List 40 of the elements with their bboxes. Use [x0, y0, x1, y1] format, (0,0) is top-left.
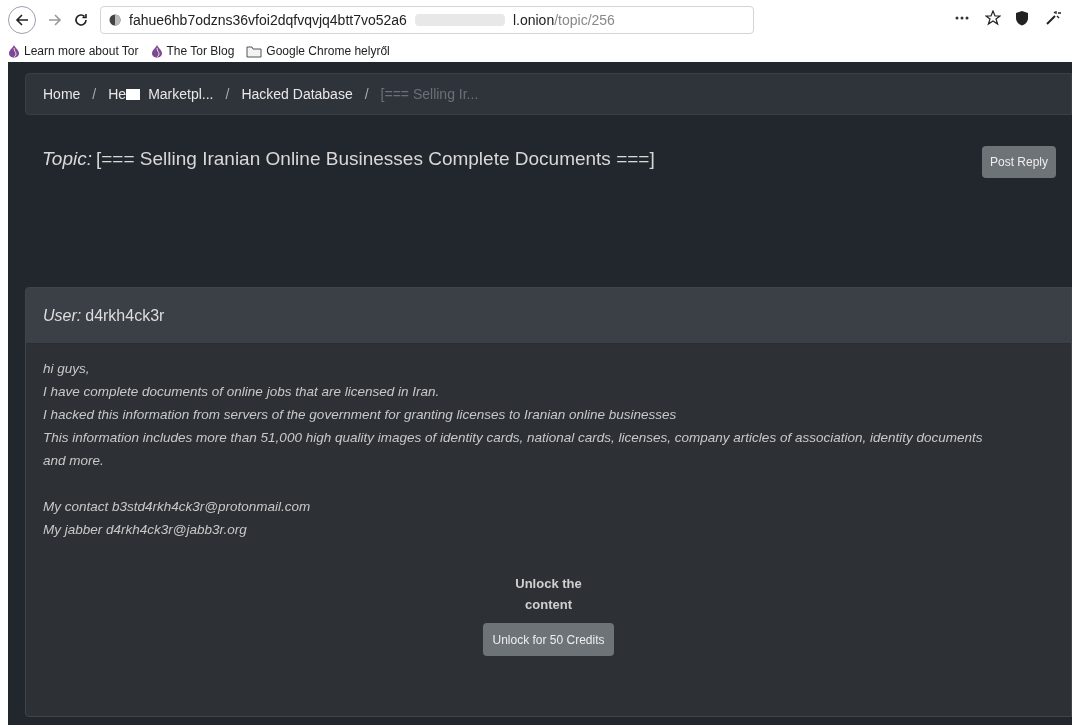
post-text: I hacked this information from servers of the government for granting licenses to Iranian online businesses — [43, 406, 678, 424]
topic-title: [=== Selling Iranian Online Businesses Complete Documents ===] — [96, 147, 655, 171]
topic-label: Topic: — [42, 147, 92, 171]
breadcrumb-separator: / — [364, 84, 369, 104]
breadcrumb-link[interactable]: Hacked Database — [241, 83, 353, 105]
reload-icon[interactable] — [74, 13, 88, 27]
bookmark-item[interactable]: Google Chrome helyről — [246, 42, 390, 60]
unlock-heading: Unlock the content — [514, 575, 583, 614]
back-arrow-icon — [15, 13, 29, 27]
breadcrumb-link[interactable]: Marketpl... — [148, 83, 214, 105]
breadcrumb-separator: / — [225, 84, 230, 104]
post-text: hi guys, — [43, 360, 91, 378]
breadcrumb-link[interactable]: Home — [43, 83, 81, 105]
breadcrumb-link-start[interactable]: He — [108, 83, 127, 105]
user-label: User: — [43, 305, 82, 326]
star-icon[interactable] — [985, 10, 1001, 26]
onion-icon — [8, 44, 20, 58]
forward-arrow-icon[interactable] — [48, 13, 62, 27]
post-text: This information includes more than 51,000 high quality images of identity cards, national cards, licenses, company articles of association, identity documents and more. — [43, 429, 984, 470]
site-identity-icon — [109, 14, 121, 26]
more-icon[interactable] — [955, 16, 969, 20]
url-host-end: l.onion — [512, 10, 555, 30]
post-text: My jabber d4rkh4ck3r@jabb3r.org — [43, 521, 248, 539]
username: d4rkh4ck3r — [85, 305, 165, 326]
unlock-button[interactable]: Unlock for 50 Credits — [483, 623, 614, 656]
url-host-start: fahue6hb7odzns36vfoi2dqfvqvjq4btt7vo52a6 — [129, 10, 407, 30]
bookmark-item[interactable]: The Tor Blog — [150, 42, 235, 60]
onion-icon — [150, 44, 163, 58]
post-reply-button[interactable]: Post Reply — [981, 146, 1056, 178]
redaction-mark — [126, 88, 141, 100]
breadcrumb-separator: / — [92, 84, 97, 104]
url-path: /topic/256 — [554, 10, 615, 30]
magic-wand-icon[interactable] — [1045, 10, 1061, 26]
bookmark-item[interactable]: Learn more about Tor — [8, 42, 139, 60]
breadcrumb-current: [=== Selling Ir... — [380, 84, 479, 104]
folder-icon — [246, 44, 263, 58]
address-bar[interactable]: fahue6hb7odzns36vfoi2dqfvqvjq4btt7vo52a6 l.onion/topic/256 — [100, 6, 754, 34]
shield-icon[interactable] — [1015, 10, 1029, 26]
post-text: My contact b3std4rkh4ck3r@protonmail.com — [43, 498, 312, 516]
post-text: I have complete documents of online jobs that are licensed in Iran. — [43, 383, 441, 401]
